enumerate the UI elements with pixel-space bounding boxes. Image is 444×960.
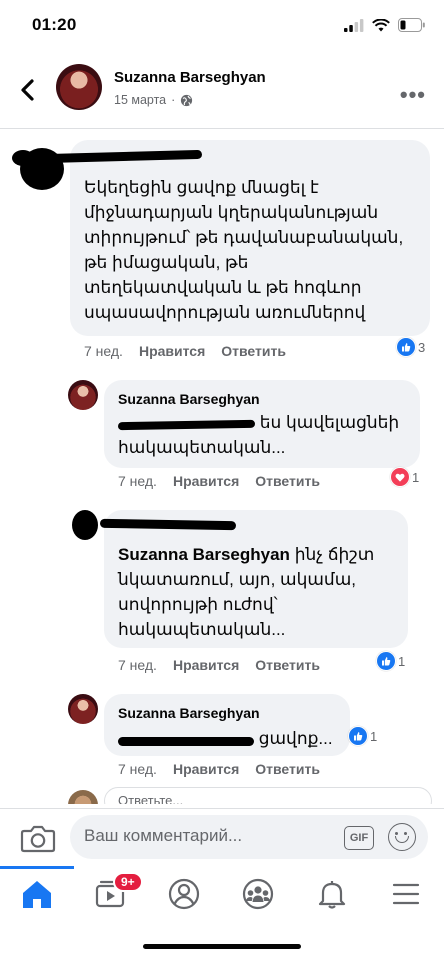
redacted-mention — [117, 415, 256, 433]
more-options-icon[interactable]: ••• — [400, 82, 426, 108]
reply-author[interactable]: Suzanna Barseghyan — [118, 705, 260, 721]
bell-icon[interactable] — [312, 878, 352, 910]
comment-text-line: տեղեկատվական և թե հոգևոր — [84, 278, 362, 297]
reply-actions: 7 нед. Нравится Ответить — [118, 761, 320, 777]
reply-actions: 7 нед. Нравится Ответить — [118, 473, 320, 489]
reply-text: Suzanna Barseghyan ինչ ճիշտ նկատառում, ա… — [118, 542, 408, 642]
globe-icon — [181, 94, 193, 106]
like-button[interactable]: Нравится — [139, 343, 205, 359]
comment-input-placeholder: Ваш комментарий... — [84, 826, 243, 845]
reply-line-tail: ես կավելացնեի — [259, 413, 400, 432]
reply-author[interactable]: Suzanna Barseghyan — [118, 391, 260, 407]
profile-icon[interactable] — [164, 878, 204, 910]
gif-button[interactable]: GIF — [344, 826, 374, 850]
reaction-summary[interactable]: 1 — [348, 726, 377, 746]
reply-avatar[interactable] — [68, 380, 98, 410]
comment-time: 7 нед. — [84, 343, 123, 359]
comment-text-line: սպասավորության առումներով — [84, 303, 366, 322]
comment-text: Եկեղեցին ցավոք մնացել է միջնադարյան կղեր… — [84, 175, 424, 325]
groups-icon[interactable] — [238, 878, 278, 910]
comment-text-line: Եկեղեցին ցավոք մնացել է — [84, 178, 319, 197]
wifi-icon — [372, 18, 390, 31]
author-avatar[interactable] — [56, 64, 102, 110]
reply-text: ես կավելացնեի հակապետական... — [117, 410, 418, 460]
reply-actions: 7 нед. Нравится Ответить — [118, 657, 320, 673]
love-reaction-icon — [390, 467, 410, 487]
like-button[interactable]: Нравится — [173, 761, 239, 777]
status-icons — [344, 18, 426, 32]
camera-icon[interactable] — [20, 822, 56, 854]
reaction-count: 1 — [370, 728, 378, 744]
reply-text-line: ես կավելացնեի — [117, 410, 418, 435]
reply-text-line: ցավոք... — [118, 726, 358, 751]
like-button[interactable]: Нравится — [173, 473, 239, 489]
reply-text-line: Suzanna Barseghyan ինչ ճիշտ — [118, 542, 408, 567]
mention-link[interactable]: Suzanna Barseghyan — [118, 545, 290, 564]
reply-text-line: նկատառում, այո, ակամա, — [118, 570, 356, 589]
comment-text-line: տիրույթում՝ թե դավանաբանական, — [84, 228, 404, 247]
redacted-avatar-mark — [12, 150, 34, 166]
like-reaction-icon — [376, 651, 396, 671]
meta-separator: · — [171, 93, 176, 107]
battery-icon — [398, 18, 425, 32]
reply-text: ցավոք... — [118, 726, 358, 751]
reply-button[interactable]: Ответить — [255, 657, 320, 673]
post-author-name[interactable]: Suzanna Barseghyan — [114, 69, 266, 86]
reaction-count: 1 — [398, 653, 406, 669]
reaction-summary[interactable]: 1 — [390, 467, 419, 487]
like-reaction-icon — [396, 337, 416, 357]
reply-time: 7 нед. — [118, 473, 157, 489]
header-divider — [0, 128, 444, 129]
post-meta: 15 марта · — [114, 93, 193, 107]
reply-text-line: հակապետական... — [118, 438, 286, 457]
reply-line-tail: ինչ ճիշտ — [294, 545, 375, 564]
post-date[interactable]: 15 марта — [114, 93, 166, 107]
reply-button[interactable]: Ответить — [221, 343, 286, 359]
reaction-summary[interactable]: 3 — [396, 337, 425, 357]
reply-button[interactable]: Ответить — [255, 761, 320, 777]
reaction-count: 3 — [418, 339, 426, 355]
reply-avatar[interactable] — [68, 694, 98, 724]
signal-icon — [344, 18, 364, 32]
redacted-mention — [118, 731, 254, 749]
comment-actions: 7 нед. Нравится Ответить — [84, 343, 286, 359]
reply-text-line: հակապետական... — [118, 620, 286, 639]
reply-line-tail: ցավոք... — [258, 729, 333, 748]
home-icon[interactable] — [17, 878, 57, 910]
back-icon[interactable] — [14, 74, 42, 106]
status-time: 01:20 — [32, 15, 77, 34]
reply-time: 7 нед. — [118, 657, 157, 673]
menu-icon[interactable] — [386, 878, 426, 910]
like-button[interactable]: Нравится — [173, 657, 239, 673]
reply-text-line: սովորույթի ուժով՝ — [118, 595, 278, 614]
video-badge: 9+ — [113, 872, 143, 892]
redacted-avatar — [72, 510, 98, 540]
reaction-summary[interactable]: 1 — [376, 651, 405, 671]
home-indicator — [143, 944, 301, 949]
comment-text-line: թե իմացական, թե — [84, 253, 249, 272]
reply-button[interactable]: Ответить — [255, 473, 320, 489]
active-tab-indicator — [0, 866, 74, 869]
like-reaction-icon — [348, 726, 368, 746]
reaction-count: 1 — [412, 469, 420, 485]
reply-time: 7 нед. — [118, 761, 157, 777]
comment-text-line: միջնադարյան կղերականության — [84, 203, 379, 222]
emoji-icon[interactable] — [388, 823, 416, 851]
